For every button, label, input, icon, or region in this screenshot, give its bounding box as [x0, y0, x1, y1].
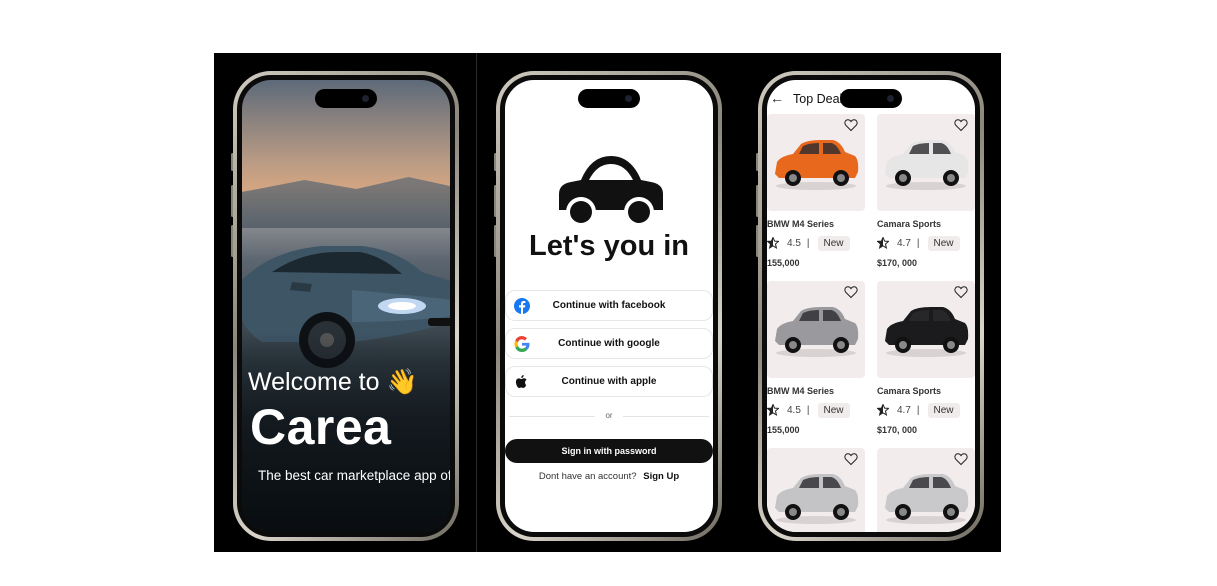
car-image: [885, 474, 969, 524]
panel-login: Let's you in Continue with facebook Cont…: [477, 53, 739, 552]
star-icon: [876, 403, 890, 416]
status-badge: New: [927, 235, 960, 251]
heart-icon[interactable]: [844, 118, 858, 132]
login-title: Let's you in: [529, 230, 689, 262]
tagline-text: The best car marketplace app of the cent…: [258, 468, 450, 483]
rating-value: 4.7: [897, 404, 911, 416]
rating-row: 4.7 | New: [876, 402, 975, 418]
brand-title: Carea: [250, 399, 392, 455]
rating-separator: |: [806, 404, 810, 416]
car-image: [885, 140, 969, 190]
dynamic-island: [315, 89, 377, 108]
heart-icon[interactable]: [844, 285, 858, 299]
status-badge: New: [817, 402, 850, 418]
car-image: [885, 307, 969, 357]
car-price: 155,000: [767, 258, 800, 268]
welcome-text: Welcome to 👋: [248, 368, 418, 396]
facebook-button-label: Continue with facebook: [552, 300, 666, 311]
heart-icon[interactable]: [844, 452, 858, 466]
top-deals-screen: ← Top Deals BMW M4 Series 4.5 | New 155,000 C…: [767, 80, 975, 532]
car-price: $170, 000: [877, 425, 918, 435]
star-icon: [767, 236, 780, 249]
sign-up-link[interactable]: Sign Up: [643, 471, 679, 482]
phone-login: Let's you in Continue with facebook Cont…: [496, 71, 722, 541]
dynamic-island: [578, 89, 640, 108]
car-image: [775, 307, 859, 357]
car-name: BMW M4 Series: [767, 219, 835, 229]
car-image-frame: [767, 114, 865, 211]
car-card[interactable]: [767, 448, 865, 532]
car-card[interactable]: Camara Sports 4.7 | New $170, 000: [876, 114, 975, 268]
google-icon: [514, 336, 530, 352]
or-label: or: [605, 411, 613, 420]
rating-separator: |: [916, 404, 920, 416]
car-image-frame: [767, 281, 865, 378]
car-image-frame: [877, 114, 975, 211]
car-price: $170, 000: [877, 258, 918, 268]
apple-login-button[interactable]: Continue with apple: [505, 366, 713, 397]
car-image-frame: [767, 448, 865, 532]
arrow-left-icon[interactable]: ←: [770, 90, 784, 106]
car-name: Camara Sports: [877, 219, 942, 229]
heart-icon[interactable]: [954, 452, 968, 466]
car-image-frame: [877, 281, 975, 378]
star-icon: [767, 403, 780, 416]
car-price: 155,000: [767, 425, 800, 435]
apple-button-label: Continue with apple: [561, 376, 657, 387]
or-divider: or: [505, 410, 713, 422]
car-card[interactable]: BMW M4 Series 4.5 | New 155,000: [767, 281, 865, 435]
panel-onboarding: Welcome to 👋 Carea The best car marketpl…: [214, 53, 476, 552]
car-image-frame: [877, 448, 975, 532]
facebook-login-button[interactable]: Continue with facebook: [505, 290, 713, 321]
car-logo-icon: [559, 156, 663, 227]
dynamic-island: [840, 89, 902, 108]
status-badge: New: [927, 402, 960, 418]
car-card[interactable]: Camara Sports 4.7 | New $170, 000: [876, 281, 975, 435]
rating-value: 4.5: [787, 237, 801, 249]
rating-value: 4.5: [787, 404, 801, 416]
facebook-icon: [514, 298, 530, 314]
panel-top-deals: ← Top Deals BMW M4 Series 4.5 | New 155,000 C…: [740, 53, 1001, 552]
rating-row: 4.5 | New: [767, 402, 865, 418]
star-icon: [876, 236, 890, 249]
car-image: [775, 140, 859, 190]
rating-row: 4.5 | New: [767, 235, 865, 251]
car-card[interactable]: BMW M4 Series 4.5 | New 155,000: [767, 114, 865, 268]
google-button-label: Continue with google: [558, 338, 660, 349]
rating-separator: |: [806, 237, 810, 249]
car-image: [775, 474, 859, 524]
car-name: Camara Sports: [877, 386, 942, 396]
onboarding-screen: Welcome to 👋 Carea The best car marketpl…: [242, 80, 450, 532]
no-account-text: Dont have an account?: [538, 471, 637, 482]
rating-row: 4.7 | New: [876, 235, 975, 251]
rating-separator: |: [916, 237, 920, 249]
car-card[interactable]: [877, 448, 975, 532]
status-badge: New: [817, 235, 850, 251]
login-screen: Let's you in Continue with facebook Cont…: [505, 80, 713, 532]
car-name: BMW M4 Series: [767, 386, 835, 396]
signup-prompt: Dont have an account? Sign Up: [505, 471, 713, 482]
apple-icon: [515, 375, 527, 388]
heart-icon[interactable]: [954, 118, 968, 132]
phone-onboarding: Welcome to 👋 Carea The best car marketpl…: [233, 71, 459, 541]
sign-in-password-button[interactable]: Sign in with password: [505, 439, 713, 463]
rating-value: 4.7: [897, 237, 911, 249]
showcase-canvas: Welcome to 👋 Carea The best car marketpl…: [214, 53, 1001, 552]
phone-top-deals: ← Top Deals BMW M4 Series 4.5 | New 155,000 C…: [758, 71, 984, 541]
heart-icon[interactable]: [954, 285, 968, 299]
google-login-button[interactable]: Continue with google: [505, 328, 713, 359]
